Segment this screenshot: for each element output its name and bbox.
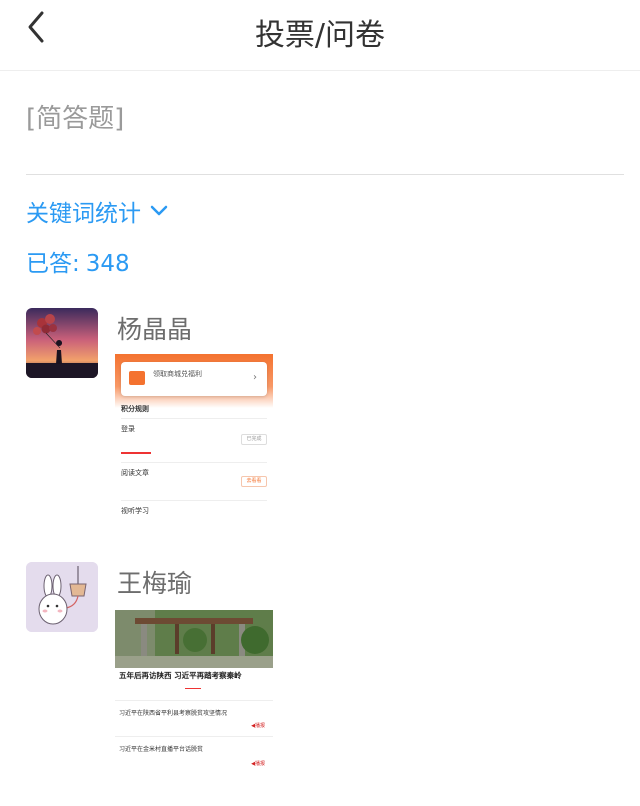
divider: [115, 700, 273, 701]
news-item-title: 习近平在陕西省平利县考察脱贫攻坚情况: [119, 710, 228, 717]
progress-bar: [121, 452, 151, 454]
thumb-card: 领取商城兑福利 ›: [121, 362, 267, 396]
keyword-stats-label: 关键词统计: [26, 201, 141, 227]
keyword-stats-toggle[interactable]: 关键词统计: [26, 194, 169, 228]
avatar[interactable]: [26, 562, 98, 632]
answered-number: 348: [85, 251, 130, 277]
response-username: 杨晶晶: [117, 315, 193, 344]
caption-underline: [185, 688, 201, 689]
divider: [121, 462, 267, 463]
chevron-right-icon: ›: [253, 372, 257, 383]
thumb-row: 阅读文章: [121, 469, 149, 477]
news-caption: 五年后再访陕西 习近平再踏考察秦岭: [119, 671, 242, 680]
page-title: 投票/问卷: [254, 18, 386, 53]
thumb-done-badge: 已完成: [241, 434, 267, 445]
divider: [121, 500, 267, 501]
response-screenshot-thumbnail[interactable]: 五年后再访陕西 习近平再踏考察秦岭 习近平在陕西省平利县考察脱贫攻坚情况 ◀播报…: [115, 610, 273, 776]
thumb-row: 视听学习: [121, 507, 149, 515]
gift-icon: [129, 371, 145, 385]
chevron-down-icon: [150, 205, 168, 216]
answered-label: 已答:: [26, 251, 80, 277]
thumb-header: 领取商城兑福利 ›: [115, 354, 273, 408]
thumb-row: 登录: [121, 425, 135, 433]
pavilion-photo: [115, 610, 273, 668]
response-screenshot-thumbnail[interactable]: 领取商城兑福利 › 积分规则 登录 已完成 阅读文章 去看看 视听学习: [115, 354, 273, 524]
divider: [115, 736, 273, 737]
avatar-image: [26, 308, 98, 378]
thumb-section-title: 积分规则: [121, 404, 149, 413]
response-username: 王梅瑜: [117, 569, 193, 598]
nav-bar: 投票/问卷: [0, 0, 640, 71]
news-item-title: 习近平在金米村直播平台话脱贫: [119, 746, 204, 753]
divider: [26, 174, 624, 175]
thumb-go-badge: 去看看: [241, 476, 267, 487]
news-photo: [115, 610, 273, 668]
answered-count: 已答: 348: [26, 244, 136, 278]
news-item-play: ◀播报: [251, 761, 265, 767]
news-item-play: ◀播报: [251, 723, 265, 729]
bunny-avatar-image: [26, 562, 98, 632]
question-type-label: [简答题]: [26, 104, 125, 134]
thumb-card-title: 领取商城兑福利: [153, 370, 202, 378]
avatar[interactable]: [26, 308, 98, 378]
divider: [121, 418, 267, 419]
